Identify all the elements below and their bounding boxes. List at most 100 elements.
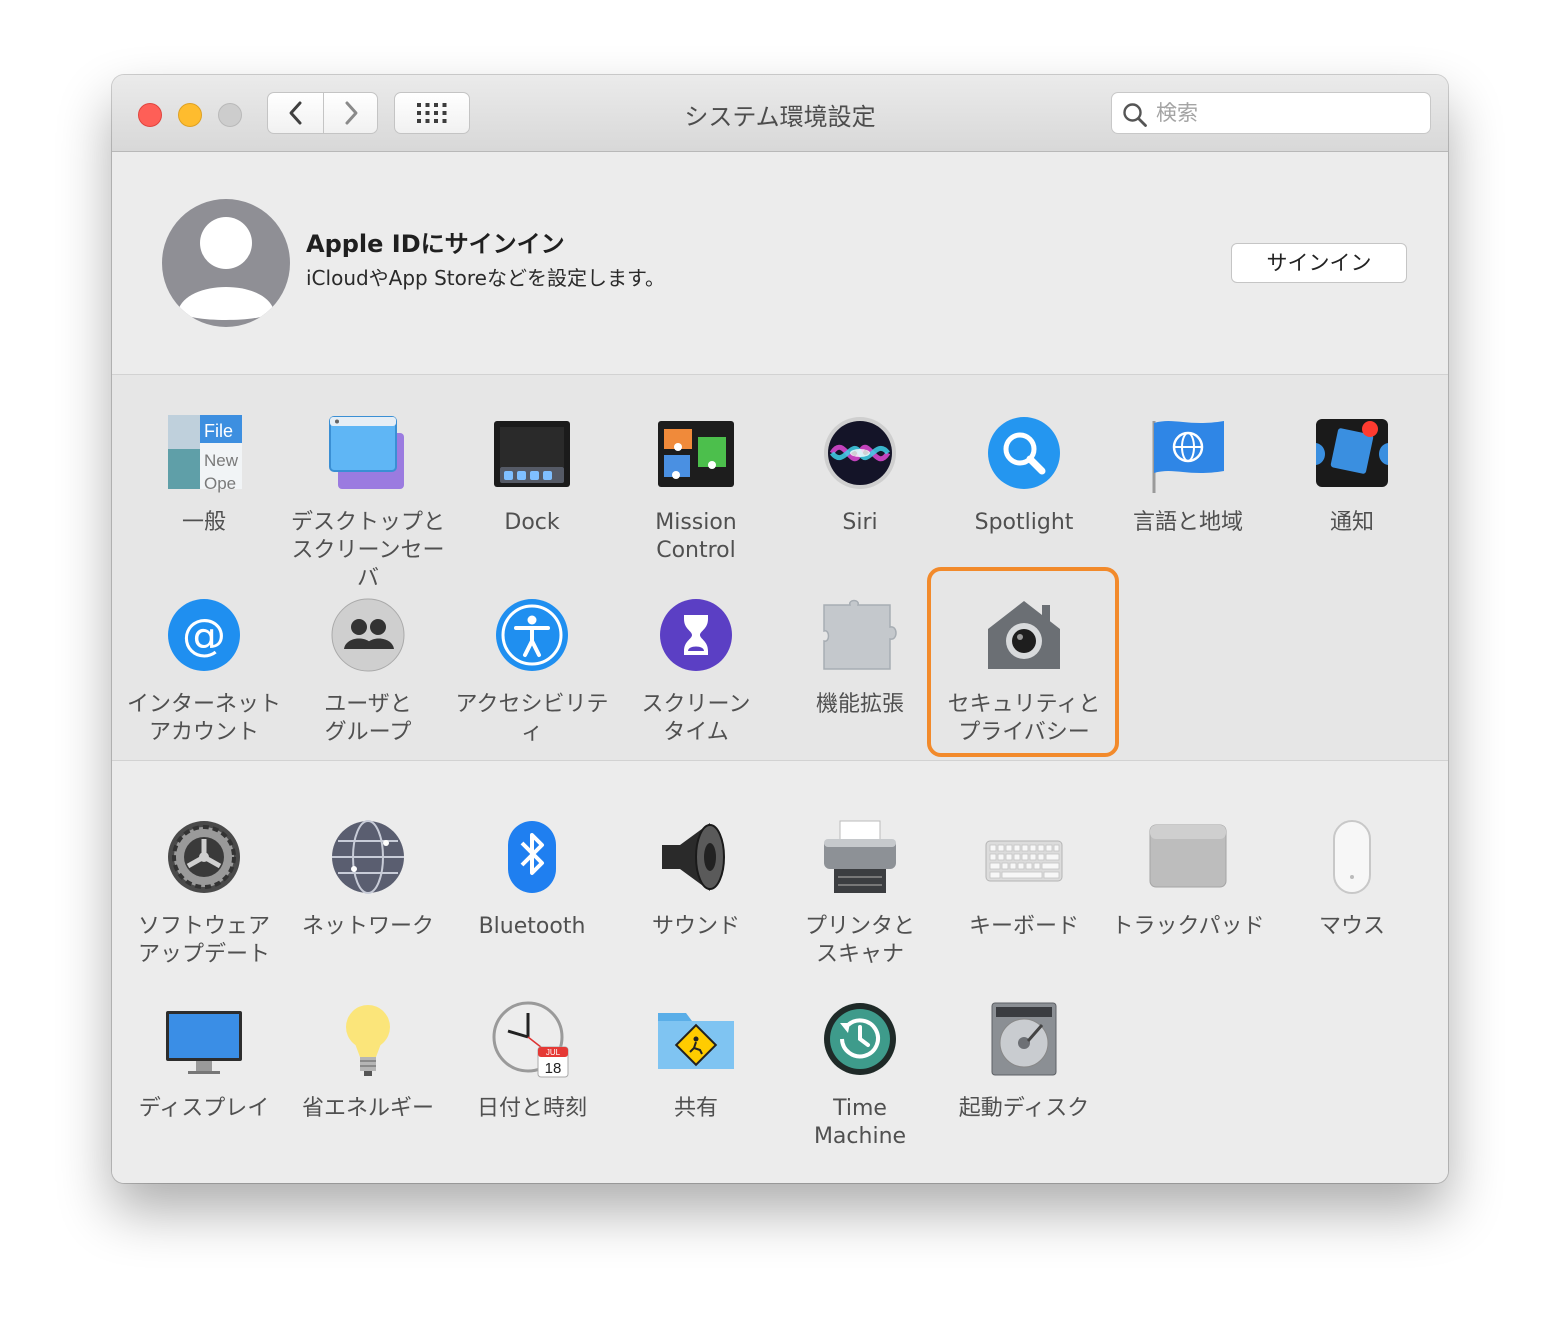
network-icon [328, 819, 408, 899]
search-input[interactable] [1156, 99, 1416, 127]
extensions-icon [820, 597, 900, 677]
users-groups-icon [328, 597, 408, 677]
svg-text:18: 18 [545, 1060, 562, 1077]
svg-text:JUL: JUL [546, 1048, 561, 1057]
displays-icon [164, 1001, 244, 1081]
pref-startup-disk[interactable]: 起動ディスク [942, 1001, 1106, 1123]
pref-accessibility[interactable]: アクセシビリティ [450, 597, 614, 747]
pref-displays-label: ディスプレイ [138, 1096, 270, 1121]
pref-network[interactable]: ネットワーク [286, 819, 450, 941]
titlebar: システム環境設定 [112, 75, 1448, 152]
pref-keyboard-label: キーボード [968, 914, 1079, 939]
pref-language-label: 言語と地域 [1132, 510, 1243, 535]
mouse-icon [1312, 819, 1392, 899]
svg-text:@: @ [182, 610, 226, 661]
internet-accounts-icon: @ [164, 597, 244, 677]
time-machine-icon [820, 1001, 900, 1081]
energy-saver-icon [328, 1001, 408, 1081]
pref-spotlight-label: Spotlight [974, 510, 1074, 535]
pref-accessibility-label: アクセシビリティ [455, 692, 609, 745]
apple-id-subtitle: iCloudやApp Storeなどを設定します。 [306, 266, 665, 290]
pref-startup-disk-label: 起動ディスク [958, 1096, 1090, 1121]
bluetooth-icon [492, 819, 572, 899]
pref-keyboard[interactable]: キーボード [942, 819, 1106, 941]
accessibility-icon [492, 597, 572, 677]
pref-siri-label: Siri [842, 510, 878, 535]
pref-energy-label: 省エネルギー [301, 1096, 434, 1121]
keyboard-icon [984, 819, 1064, 899]
pref-dock[interactable]: Dock [450, 415, 614, 537]
pref-printers[interactable]: プリンタと スキャナ [778, 819, 942, 969]
trackpad-icon [1148, 819, 1228, 899]
pref-displays[interactable]: ディスプレイ [122, 1001, 286, 1123]
pref-sharing-label: 共有 [673, 1096, 718, 1121]
pref-users-groups[interactable]: ユーザと グループ [286, 597, 450, 747]
pref-internet-accounts-label: インターネット アカウント [126, 692, 281, 745]
personal-preferences-section: File New Ope 一般 デスクトップと スクリーンセーバ Dock Mi… [112, 375, 1448, 761]
pref-trackpad-label: トラックパッド [1111, 914, 1265, 939]
pref-extensions-label: 機能拡張 [815, 692, 904, 717]
signin-button[interactable]: サインイン [1231, 243, 1407, 283]
apple-id-title: Apple IDにサインイン [306, 230, 565, 258]
pref-general[interactable]: File New Ope 一般 [122, 415, 286, 537]
svg-text:File: File [204, 421, 233, 441]
pref-desktop-screensaver[interactable]: デスクトップと スクリーンセーバ [286, 415, 450, 593]
pref-sharing[interactable]: 共有 [614, 1001, 778, 1123]
pref-sound[interactable]: サウンド [614, 819, 778, 941]
pref-notifications[interactable]: 通知 [1270, 415, 1434, 537]
pref-general-label: 一般 [181, 510, 226, 535]
date-time-icon: JUL 18 [492, 1001, 572, 1081]
startup-disk-icon [984, 1001, 1064, 1081]
pref-trackpad[interactable]: トラックパッド [1106, 819, 1270, 941]
dock-icon [492, 415, 572, 495]
apple-id-section: Apple IDにサインイン iCloudやApp Storeなどを設定します。… [112, 152, 1448, 375]
mission-control-icon [656, 415, 736, 495]
pref-printers-label: プリンタと スキャナ [804, 914, 915, 967]
search-icon [1123, 103, 1147, 127]
pref-network-label: ネットワーク [301, 914, 434, 939]
software-update-icon [164, 819, 244, 899]
sharing-icon [656, 1001, 736, 1081]
pref-time-machine[interactable]: Time Machine [778, 1001, 942, 1151]
pref-notifications-label: 通知 [1329, 510, 1374, 535]
search-field[interactable] [1111, 92, 1431, 134]
pref-language-region[interactable]: 言語と地域 [1106, 415, 1270, 537]
siri-icon [820, 415, 900, 495]
general-icon: File New Ope [164, 415, 244, 495]
desktop-screensaver-icon [328, 415, 408, 495]
notifications-icon [1312, 415, 1392, 495]
pref-screen-time[interactable]: スクリーン タイム [614, 597, 778, 747]
pref-date-time-label: 日付と時刻 [476, 1096, 587, 1121]
pref-spotlight[interactable]: Spotlight [942, 415, 1106, 537]
pref-software-update[interactable]: ソフトウェア アップデート [122, 819, 286, 969]
pref-bluetooth[interactable]: Bluetooth [450, 819, 614, 941]
screen-time-icon [656, 597, 736, 677]
pref-energy-saver[interactable]: 省エネルギー [286, 1001, 450, 1123]
pref-date-time[interactable]: JUL 18 日付と時刻 [450, 1001, 614, 1123]
pref-screen-time-label: スクリーン タイム [641, 692, 751, 745]
svg-text:New: New [204, 451, 239, 470]
pref-mission-control-label: Mission Control [655, 510, 737, 563]
language-region-icon [1148, 415, 1228, 495]
hardware-preferences-section: ソフトウェア アップデート ネットワーク Bluetooth サウンド プリンタ… [112, 761, 1448, 1183]
system-preferences-window: システム環境設定 Apple IDにサインイン iCloudやApp Store… [112, 75, 1448, 1183]
pref-users-label: ユーザと グループ [324, 692, 412, 745]
pref-internet-accounts[interactable]: @ インターネット アカウント [122, 597, 286, 747]
sound-icon [656, 819, 736, 899]
printers-scanners-icon [820, 819, 900, 899]
pref-mouse-label: マウス [1318, 914, 1385, 939]
avatar[interactable] [162, 199, 290, 327]
svg-text:Ope: Ope [204, 474, 236, 493]
security-highlight-box [927, 567, 1119, 757]
pref-desktop-label: デスクトップと スクリーンセーバ [290, 510, 445, 591]
pref-mission-control[interactable]: Mission Control [614, 415, 778, 565]
pref-dock-label: Dock [504, 510, 560, 535]
pref-software-update-label: ソフトウェア アップデート [137, 914, 270, 967]
spotlight-icon [984, 415, 1064, 495]
user-silhouette-icon [178, 217, 274, 320]
pref-mouse[interactable]: マウス [1270, 819, 1434, 941]
pref-extensions[interactable]: 機能拡張 [778, 597, 942, 719]
pref-time-machine-label: Time Machine [813, 1096, 907, 1149]
pref-siri[interactable]: Siri [778, 415, 942, 537]
pref-sound-label: サウンド [651, 914, 740, 939]
